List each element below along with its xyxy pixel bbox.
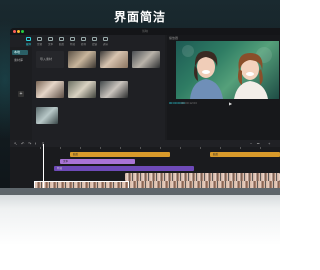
tab-media[interactable]: 媒体	[24, 37, 33, 46]
tab-label: 文本	[47, 43, 53, 46]
tab-label: 媒体	[25, 43, 31, 46]
filter-icon	[92, 37, 97, 41]
tab-audio[interactable]: 音频	[35, 37, 44, 46]
sticker-track-clip[interactable]: 贴纸	[210, 152, 280, 157]
media-thumbnail[interactable]	[68, 51, 96, 68]
zoom-slider[interactable]: ━	[257, 141, 259, 146]
media-thumbnail[interactable]	[36, 107, 58, 124]
tab-filter[interactable]: 滤镜	[90, 37, 99, 46]
import-label: 导入素材	[40, 57, 53, 61]
timeline-panel: ↖ ↶ ↷ ⟊ ▯ − ━ + 贴纸 贴纸 文本	[10, 140, 280, 188]
transition-icon	[81, 37, 86, 41]
window-title: 剪映	[141, 29, 148, 33]
sidebar-item-library[interactable]: 素材库	[12, 58, 28, 63]
bottom-reflection	[0, 188, 280, 270]
add-cover-icon[interactable]: +	[18, 91, 24, 97]
media-thumbnail[interactable]	[100, 81, 128, 98]
tab-label: 转场	[80, 43, 86, 46]
clip-label: 贴纸	[73, 153, 79, 156]
tab-label: 特效	[69, 43, 75, 46]
undo-icon[interactable]: ↶	[21, 141, 24, 146]
tab-adjust[interactable]: 调节	[101, 37, 110, 46]
sticker-icon	[59, 37, 64, 41]
promo-banner: 界面简洁 剪映 媒体 音频 文本 贴纸 特效 转场 滤镜 调节 本地 素材库 导…	[0, 0, 280, 195]
media-thumbnail[interactable]	[68, 81, 96, 98]
media-grid: 导入素材	[34, 47, 162, 140]
redo-icon[interactable]: ↷	[28, 141, 31, 146]
split-icon[interactable]: ⟊	[35, 141, 36, 146]
audio-icon	[37, 37, 42, 41]
tab-label: 贴纸	[58, 43, 64, 46]
time-ruler	[40, 147, 280, 151]
tab-effects[interactable]: 特效	[68, 37, 77, 46]
video-frame-image	[182, 45, 272, 99]
zoom-in-icon[interactable]: +	[268, 141, 270, 146]
text-icon	[48, 37, 53, 41]
preview-player: 播放器 00:00:00:00 00:00:12:03 ▶	[167, 35, 280, 140]
tab-transition[interactable]: 转场	[79, 37, 88, 46]
media-panel: 媒体 音频 文本 贴纸 特效 转场 滤镜 调节 本地 素材库 导入素材	[10, 35, 165, 140]
clip-label: 贴纸	[213, 153, 219, 156]
clip-label: 文本	[63, 160, 69, 163]
video-preview[interactable]	[176, 41, 279, 99]
total-duration: 00:00:12:03	[181, 101, 197, 105]
select-tool-icon[interactable]: ↖	[14, 141, 17, 146]
tab-label: 调节	[102, 43, 108, 46]
title-bar: 剪映	[10, 28, 280, 35]
clip-label: 特效	[57, 167, 63, 170]
tab-text[interactable]: 文本	[46, 37, 55, 46]
media-thumbnail[interactable]	[132, 51, 160, 68]
playhead[interactable]	[43, 144, 44, 188]
editor-window: 剪映 媒体 音频 文本 贴纸 特效 转场 滤镜 调节 本地 素材库 导入素材 播…	[10, 28, 280, 188]
play-icon[interactable]: ▶	[229, 101, 232, 106]
player-controls: 00:00:00:00 00:00:12:03 ▶	[167, 99, 280, 107]
effects-icon	[70, 37, 75, 41]
tab-label: 音频	[36, 43, 42, 46]
import-media-button[interactable]: 导入素材	[36, 51, 64, 68]
text-track-clip[interactable]: 文本	[60, 159, 135, 164]
tab-sticker[interactable]: 贴纸	[57, 37, 66, 46]
sidebar-item-local[interactable]: 本地	[12, 50, 28, 55]
selected-clip-outline	[34, 181, 129, 188]
media-icon	[26, 37, 31, 41]
sticker-track-clip[interactable]: 贴纸	[70, 152, 170, 157]
media-thumbnail[interactable]	[36, 81, 64, 98]
media-thumbnail[interactable]	[100, 51, 128, 68]
zoom-out-icon[interactable]: −	[250, 141, 252, 146]
banner-headline: 界面简洁	[113, 10, 166, 24]
timeline-toolbar: ↖ ↶ ↷ ⟊ ▯ − ━ +	[10, 140, 280, 147]
tab-label: 滤镜	[91, 43, 97, 46]
video-overlay-clip[interactable]	[125, 173, 280, 181]
effect-track-clip[interactable]: 特效	[54, 166, 194, 171]
adjust-icon	[103, 37, 108, 41]
